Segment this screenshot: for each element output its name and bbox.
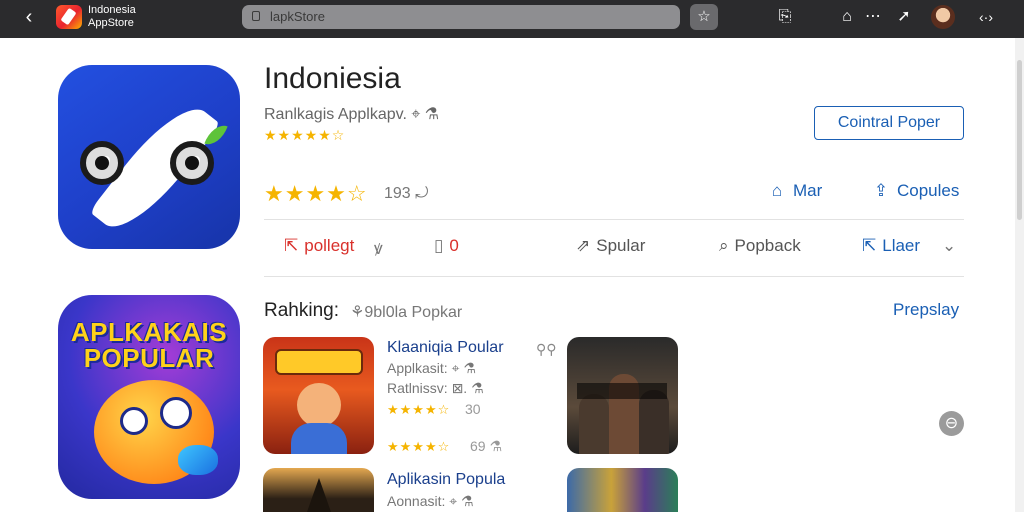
fish-eye-icon bbox=[160, 397, 192, 429]
star-rating-small: ★★★★★☆ bbox=[264, 127, 346, 143]
share-arrow-icon: ⇗ bbox=[576, 236, 591, 255]
icon-text-line2: POPULAR bbox=[83, 343, 215, 373]
item-thumbnail[interactable] bbox=[567, 468, 678, 512]
home-outline-icon: ⌂ bbox=[771, 181, 783, 200]
avatar[interactable] bbox=[931, 5, 955, 29]
appstore-logo-icon[interactable] bbox=[56, 5, 82, 29]
popular-app-icon[interactable]: APLKAKAIS POPULAR bbox=[58, 295, 240, 499]
llaer-action[interactable]: ⇱ Llaer bbox=[862, 236, 920, 256]
contact-button[interactable]: Cointral Poper bbox=[814, 106, 964, 140]
llaer-label: Llaer bbox=[882, 236, 921, 255]
forward-icon: ⇱ bbox=[862, 236, 877, 255]
list-item-count: 69 ⚗ bbox=[470, 438, 503, 454]
thumbnail-banner bbox=[577, 383, 667, 399]
menu-icon[interactable]: ‹·› bbox=[968, 5, 1004, 29]
temple-shape bbox=[307, 478, 331, 512]
bookmark-star-icon[interactable]: ☆ bbox=[690, 4, 718, 30]
count-action[interactable]: ▯ 0 bbox=[434, 236, 459, 256]
star-rating: ★★★★☆ bbox=[264, 181, 368, 206]
app-title: Indoniesia bbox=[264, 62, 401, 95]
copules-action[interactable]: ⇪ Copules bbox=[871, 181, 960, 201]
list-item-stars: ★★★★☆ bbox=[387, 402, 451, 417]
upload-icon: ⇪ bbox=[873, 181, 889, 200]
count-label: 0 bbox=[449, 236, 459, 255]
browser-toolbar: ‹ Indonesia AppStore lapkStore ☆ ⎘ ⌂ ⋯ ➚… bbox=[0, 0, 1024, 38]
address-text: lapkStore bbox=[270, 9, 325, 24]
thumbnail-banner bbox=[275, 349, 363, 375]
left-eye-icon bbox=[80, 141, 124, 185]
item-thumbnail[interactable] bbox=[567, 337, 678, 454]
wishlist-label: Mar bbox=[793, 181, 823, 200]
list-item-stars: ★★★★☆ bbox=[387, 439, 451, 454]
brand-line1: Indonesia bbox=[88, 4, 136, 16]
scrollbar-thumb[interactable] bbox=[1017, 60, 1022, 220]
list-item-meta: Ratlnissv: ⊠. ⚗ bbox=[387, 380, 484, 396]
character-body bbox=[291, 423, 347, 454]
spular-label: Spular bbox=[596, 236, 646, 255]
list-item-count: 30 bbox=[465, 401, 481, 417]
share-icon[interactable]: ⎘ bbox=[776, 5, 794, 29]
figure-shape bbox=[639, 390, 669, 454]
app-icon[interactable] bbox=[58, 65, 240, 249]
brand-line2: AppStore bbox=[88, 17, 134, 29]
list-item-meta: Applkasit: ⌖ ⚗ bbox=[387, 360, 476, 376]
section-title: Rahking: bbox=[264, 300, 339, 321]
app-subtitle: Ranlkagis Applkapv. ⌖ ⚗ bbox=[264, 106, 440, 123]
clipboard-icon: ▯ bbox=[434, 236, 444, 255]
see-all-link[interactable]: Prepslay bbox=[893, 300, 959, 320]
brand-name: Indonesia AppStore bbox=[88, 4, 136, 30]
chevron-down-icon[interactable]: ⌄ bbox=[942, 236, 956, 256]
home-icon[interactable]: ⌂ bbox=[838, 5, 856, 29]
right-eye-icon bbox=[170, 141, 214, 185]
item-thumbnail[interactable] bbox=[263, 337, 374, 454]
figure-shape bbox=[579, 394, 609, 454]
fish-eye-icon bbox=[120, 407, 148, 435]
link-icon[interactable]: ⚲⚲ bbox=[536, 341, 557, 358]
divider bbox=[264, 219, 964, 220]
back-icon[interactable]: ‹ bbox=[18, 6, 40, 28]
more-icon[interactable]: ⋯ bbox=[864, 5, 882, 29]
highlight-action[interactable]: ⇱ pollegt bbox=[284, 236, 354, 256]
list-item-title[interactable]: Aplikasin Popula bbox=[387, 471, 505, 489]
character-head bbox=[297, 383, 341, 427]
popback-label: Popback bbox=[734, 236, 801, 255]
arrow-up-icon: ⇱ bbox=[284, 236, 299, 255]
spular-action[interactable]: ⇗ Spular bbox=[576, 236, 645, 256]
list-item-meta: Aonnasit: ⌖ ⚗ bbox=[387, 493, 474, 509]
ball-shape bbox=[178, 445, 218, 475]
wishlist-action[interactable]: ⌂ Mar bbox=[767, 181, 822, 201]
list-item-title[interactable]: Klaaniqia Poular bbox=[387, 339, 504, 357]
highlight-label: pollegt bbox=[304, 236, 355, 255]
copules-label: Copules bbox=[897, 181, 960, 200]
rating-count: 193 ⤾ bbox=[384, 185, 429, 202]
send-icon[interactable]: ➚ bbox=[894, 5, 914, 29]
popback-action[interactable]: ⌕ Popback bbox=[719, 236, 801, 256]
divider bbox=[264, 276, 964, 277]
extra-icon[interactable]: ꝟ bbox=[374, 236, 383, 259]
chat-icon: ⌕ bbox=[719, 236, 729, 255]
lock-icon bbox=[252, 11, 260, 21]
item-thumbnail[interactable] bbox=[263, 468, 374, 512]
address-bar[interactable]: lapkStore bbox=[242, 5, 680, 29]
section-subtitle: ⚘9bl0la Popkar bbox=[350, 304, 463, 321]
float-action-icon[interactable]: ⊖ bbox=[939, 411, 964, 436]
